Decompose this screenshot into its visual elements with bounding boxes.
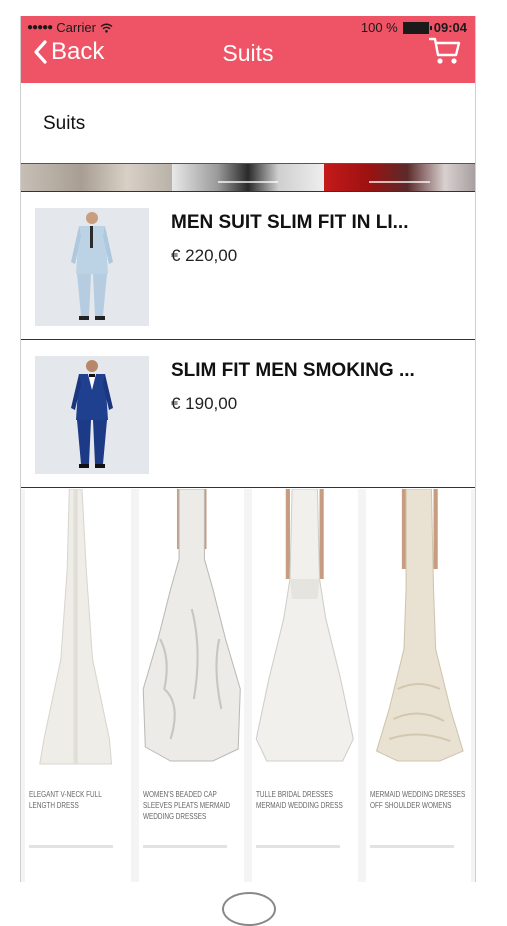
category-title: Suits — [43, 113, 86, 134]
carrier-label: Carrier — [56, 20, 96, 35]
category-header: Suits — [21, 83, 475, 164]
dress-image — [142, 489, 241, 762]
dress-name: ELEGANT V-NECK FULL LENGTH DRESS — [29, 790, 102, 810]
dress-grid: ELEGANT V-NECK FULL LENGTH DRESS WOMEN'S… — [21, 489, 475, 882]
clock: 09:04 — [433, 20, 467, 35]
dress-name: MERMAID WEDDING DRESSES OFF SHOULDER WOM… — [369, 790, 465, 810]
strip-thumb[interactable] — [323, 164, 475, 191]
dress-subtitle — [256, 845, 341, 848]
dress-subtitle — [142, 845, 227, 848]
dress-image — [375, 489, 464, 762]
product-row[interactable]: SLIM FIT MEN SMOKING ... € 190,00 — [21, 340, 475, 488]
signal-icon: ●●●●● — [27, 22, 53, 33]
app-header: ●●●●● Carrier 100 % 09:04 Back Suits — [21, 16, 475, 83]
strip-thumb[interactable] — [172, 164, 324, 191]
product-name: SLIM FIT MEN SMOKING ... — [171, 360, 415, 381]
product-price: € 190,00 — [171, 394, 238, 413]
dress-card[interactable]: MERMAID WEDDING DRESSES OFF SHOULDER WOM… — [365, 489, 471, 882]
home-button[interactable] — [222, 892, 276, 926]
wifi-icon — [100, 23, 113, 33]
product-price: € 220,00 — [171, 246, 238, 265]
cart-icon[interactable] — [429, 36, 461, 66]
page-title: Suits — [222, 40, 274, 66]
battery-percent: 100 % — [360, 20, 398, 35]
status-bar: ●●●●● Carrier 100 % 09:04 — [21, 16, 475, 36]
dress-name: TULLE BRIDAL DRESSES MERMAID WEDDING DRE… — [256, 790, 343, 810]
dress-subtitle — [369, 845, 454, 848]
dress-card[interactable]: TULLE BRIDAL DRESSES MERMAID WEDDING DRE… — [252, 489, 358, 882]
dress-subtitle — [29, 845, 114, 848]
app-screen: ●●●●● Carrier 100 % 09:04 Back Suits Sui… — [20, 16, 476, 882]
dress-image — [255, 489, 354, 762]
dress-name: WOMEN'S BEADED CAP SLEEVES PLEATS MERMAI… — [142, 790, 230, 821]
strip-thumb[interactable] — [21, 164, 173, 191]
product-image — [35, 356, 149, 474]
product-image — [35, 208, 149, 326]
dress-card[interactable]: ELEGANT V-NECK FULL LENGTH DRESS — [25, 489, 131, 882]
product-name: MEN SUIT SLIM FIT IN LI... — [171, 212, 409, 233]
product-row[interactable]: MEN SUIT SLIM FIT IN LI... € 220,00 — [21, 192, 475, 340]
thumbnail-strip[interactable] — [21, 164, 475, 192]
dress-card[interactable]: WOMEN'S BEADED CAP SLEEVES PLEATS MERMAI… — [138, 489, 244, 882]
battery-icon — [402, 21, 432, 34]
dress-image — [39, 489, 113, 765]
